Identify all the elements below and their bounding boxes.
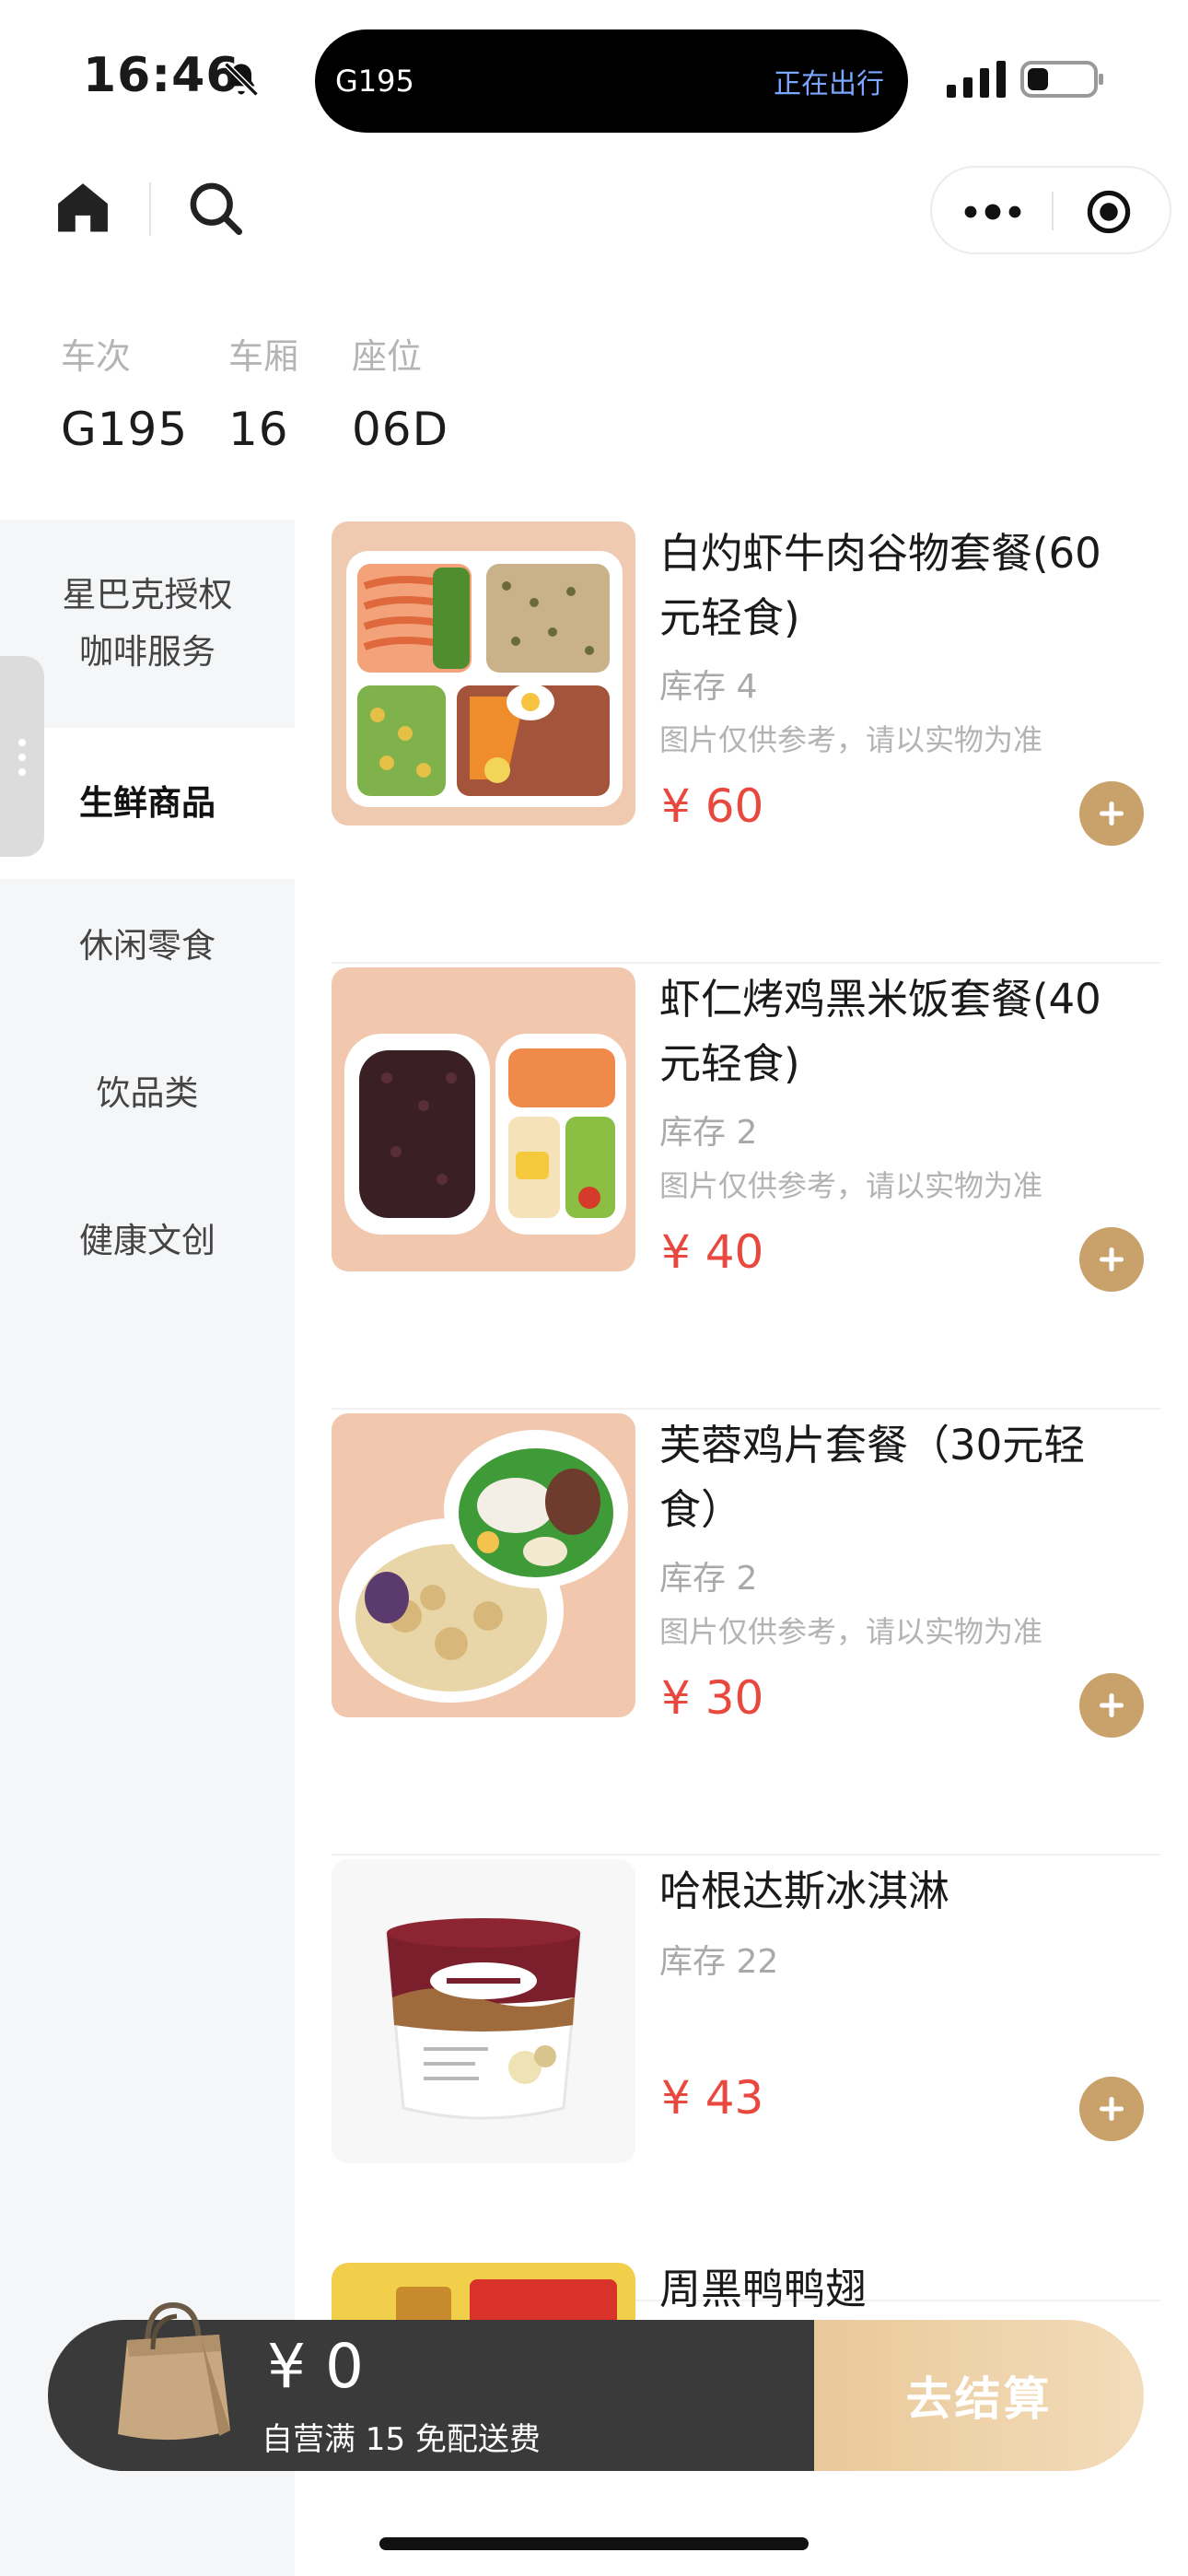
seat-value: 06D (352, 403, 449, 456)
product-name: 芙蓉鸡片套餐（30元轻食） (659, 1421, 1086, 1534)
product-price: ¥ 40 (661, 1225, 764, 1279)
train-number-label: 车次 (61, 336, 132, 377)
add-to-cart-button[interactable] (1079, 2077, 1144, 2141)
category-sidebar: 星巴克授权 咖啡服务 生鲜商品 休闲零食 饮品类 健康文创 (0, 520, 295, 2576)
plus-icon (1099, 1247, 1124, 1272)
dynamic-island[interactable]: G195 正在出行 (315, 29, 908, 133)
product-card[interactable]: 虾仁烤鸡黑米饭套餐(40元轻食) 库存 2 图片仅供参考，请以实物为准 ¥ 40 (332, 967, 1160, 1410)
product-price: ¥ 30 (661, 1671, 764, 1725)
product-divider (332, 1408, 1160, 1410)
seat-label: 座位 (352, 336, 423, 377)
add-to-cart-button[interactable] (1079, 1227, 1144, 1292)
train-number-block: 车次 G195 (61, 328, 188, 456)
product-card[interactable]: 白灼虾牛肉谷物套餐(60元轻食) 库存 4 图片仅供参考，请以实物为准 ¥ 60 (332, 521, 1160, 964)
floating-drag-handle[interactable] (0, 656, 44, 857)
product-name: 哈根达斯冰淇淋 (659, 1867, 950, 1915)
sidebar-item-label: 生鲜商品 (79, 783, 215, 823)
product-stock: 库存 2 (659, 1560, 758, 1598)
sidebar-item-culture[interactable]: 健康文创 (0, 1212, 295, 1262)
island-trip-status: 正在出行 (774, 68, 884, 100)
product-image[interactable] (332, 521, 635, 825)
product-note: 图片仅供参考，请以实物为准 (659, 722, 1043, 757)
miniprogram-capsule (930, 166, 1171, 254)
product-price: ¥ 60 (661, 779, 764, 833)
sidebar-item-fresh[interactable]: 生鲜商品 (0, 728, 295, 879)
product-stock: 库存 22 (659, 1943, 779, 1981)
plus-icon (1099, 1692, 1124, 1718)
sidebar-item-starbucks[interactable]: 星巴克授权 咖啡服务 (0, 520, 295, 728)
sidebar-corner (0, 879, 295, 916)
search-icon[interactable] (184, 177, 247, 240)
carriage-value: 16 (228, 403, 289, 456)
more-icon[interactable] (960, 195, 1026, 228)
train-number-value: G195 (61, 403, 189, 456)
plus-icon (1099, 801, 1124, 826)
product-divider (332, 962, 1160, 964)
home-indicator (379, 2537, 809, 2550)
capsule-divider (1052, 192, 1054, 230)
product-stock: 库存 2 (659, 1114, 758, 1152)
home-icon[interactable] (52, 177, 114, 240)
product-note: 图片仅供参考，请以实物为准 (659, 1168, 1043, 1203)
sidebar-item-label: 星巴克授权 (62, 575, 233, 615)
shopping-bag-icon[interactable] (109, 2292, 238, 2449)
cart-total-amount: ¥ 0 (267, 2331, 364, 2402)
add-to-cart-button[interactable] (1079, 1673, 1144, 1738)
cellular-signal-icon (947, 61, 1006, 98)
seat-block: 座位 06D (352, 328, 448, 456)
nav-divider (149, 182, 151, 236)
bell-muted-icon (224, 62, 259, 97)
product-card[interactable]: 芙蓉鸡片套餐（30元轻食） 库存 2 图片仅供参考，请以实物为准 ¥ 30 (332, 1413, 1160, 1856)
product-price: ¥ 43 (661, 2071, 764, 2125)
sidebar-item-snacks[interactable]: 休闲零食 (0, 918, 295, 967)
product-name: 周黑鸭鸭翅 (659, 2265, 868, 2313)
carriage-label: 车厢 (228, 336, 299, 377)
checkout-button[interactable]: 去结算 (814, 2320, 1144, 2471)
status-time: 16:46 (83, 48, 240, 103)
product-note: 图片仅供参考，请以实物为准 (659, 1614, 1043, 1649)
product-name: 虾仁烤鸡黑米饭套餐(40元轻食) (659, 975, 1101, 1088)
delivery-note: 自营满 15 免配送费 (262, 2421, 541, 2458)
product-stock: 库存 4 (659, 668, 758, 706)
product-card[interactable]: 哈根达斯冰淇淋 库存 22 ¥ 43 (332, 1859, 1160, 2301)
sidebar-item-label: 咖啡服务 (79, 632, 215, 672)
product-divider (332, 1854, 1160, 1856)
add-to-cart-button[interactable] (1079, 781, 1144, 846)
product-name: 白灼虾牛肉谷物套餐(60元轻食) (659, 529, 1101, 642)
product-image[interactable] (332, 1859, 635, 2163)
plus-icon (1099, 2096, 1124, 2122)
product-image[interactable] (332, 967, 635, 1271)
close-miniprogram-icon[interactable] (1085, 188, 1133, 236)
carriage-block: 车厢 16 (228, 328, 298, 456)
product-card[interactable]: 周黑鸭鸭翅 (332, 2263, 1160, 2320)
product-image[interactable] (332, 2263, 635, 2320)
island-train: G195 (335, 64, 414, 99)
product-image[interactable] (332, 1413, 635, 1717)
battery-icon (1020, 61, 1103, 98)
sidebar-item-drinks[interactable]: 饮品类 (0, 1065, 295, 1115)
